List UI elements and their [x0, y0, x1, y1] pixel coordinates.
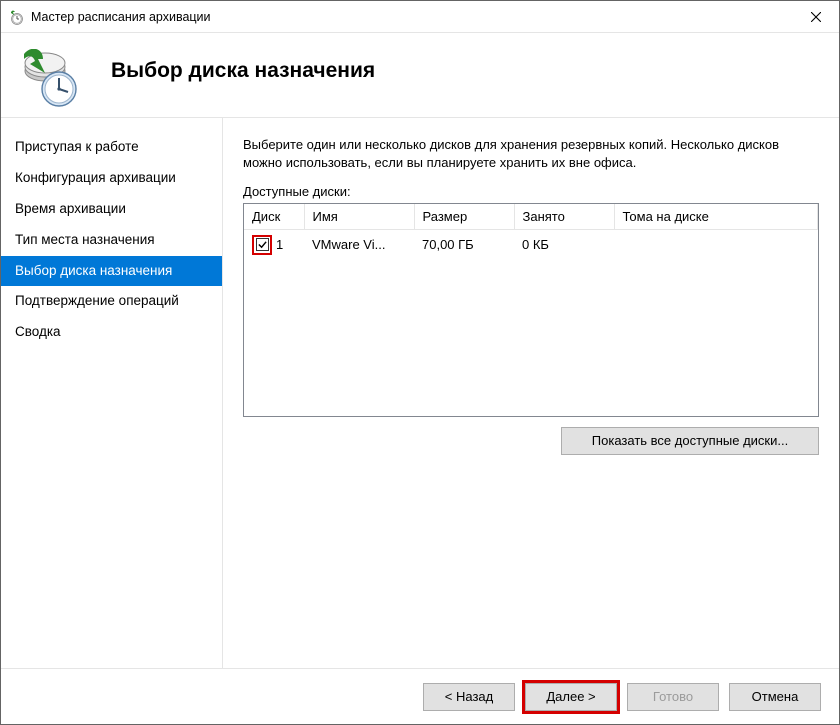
cancel-button[interactable]: Отмена	[729, 683, 821, 711]
table-row[interactable]: 1 VMware Vi... 70,00 ГБ 0 КБ	[244, 229, 818, 260]
disks-table-container: Диск Имя Размер Занято Тома на диске	[243, 203, 819, 417]
window-title: Мастер расписания архивации	[31, 10, 793, 24]
col-name[interactable]: Имя	[304, 204, 414, 230]
col-volumes[interactable]: Тома на диске	[614, 204, 818, 230]
finish-button: Готово	[627, 683, 719, 711]
wizard-header: Выбор диска назначения	[1, 33, 839, 117]
show-all-disks-button[interactable]: Показать все доступные диски...	[561, 427, 819, 455]
disk-checkbox[interactable]	[256, 238, 269, 251]
wizard-icon	[21, 49, 81, 109]
disks-table: Диск Имя Размер Занято Тома на диске	[244, 204, 818, 260]
close-icon	[811, 12, 821, 22]
checkmark-icon	[258, 240, 267, 249]
finish-button-label: Готово	[653, 689, 693, 704]
cancel-button-label: Отмена	[752, 689, 799, 704]
col-disk[interactable]: Диск	[244, 204, 304, 230]
back-button-label: < Назад	[445, 689, 493, 704]
step-summary[interactable]: Сводка	[1, 317, 222, 348]
next-button[interactable]: Далее >	[525, 683, 617, 711]
disk-size: 70,00 ГБ	[414, 229, 514, 260]
titlebar: Мастер расписания архивации	[1, 1, 839, 33]
disk-volumes	[614, 229, 818, 260]
wizard-body: Приступая к работе Конфигурация архиваци…	[1, 117, 839, 668]
instruction-text: Выберите один или несколько дисков для х…	[243, 136, 819, 172]
disk-number: 1	[276, 237, 283, 252]
wizard-footer: < Назад Далее > Готово Отмена	[1, 668, 839, 724]
app-icon	[9, 9, 25, 25]
step-getting-started[interactable]: Приступая к работе	[1, 132, 222, 163]
disk-used: 0 КБ	[514, 229, 614, 260]
back-button[interactable]: < Назад	[423, 683, 515, 711]
main-panel: Выберите один или несколько дисков для х…	[223, 118, 839, 668]
col-used[interactable]: Занято	[514, 204, 614, 230]
step-confirmation[interactable]: Подтверждение операций	[1, 286, 222, 317]
close-button[interactable]	[793, 1, 839, 32]
step-backup-time[interactable]: Время архивации	[1, 194, 222, 225]
step-destination-type[interactable]: Тип места назначения	[1, 225, 222, 256]
page-title: Выбор диска назначения	[111, 59, 375, 83]
step-select-destination-disk[interactable]: Выбор диска назначения	[1, 256, 222, 287]
next-button-label: Далее >	[546, 689, 595, 704]
disk-checkbox-highlight	[252, 235, 272, 255]
available-disks-label: Доступные диски:	[243, 184, 819, 199]
table-header-row: Диск Имя Размер Занято Тома на диске	[244, 204, 818, 230]
wizard-steps: Приступая к работе Конфигурация архиваци…	[1, 118, 223, 668]
col-size[interactable]: Размер	[414, 204, 514, 230]
step-backup-config[interactable]: Конфигурация архивации	[1, 163, 222, 194]
disk-name: VMware Vi...	[304, 229, 414, 260]
